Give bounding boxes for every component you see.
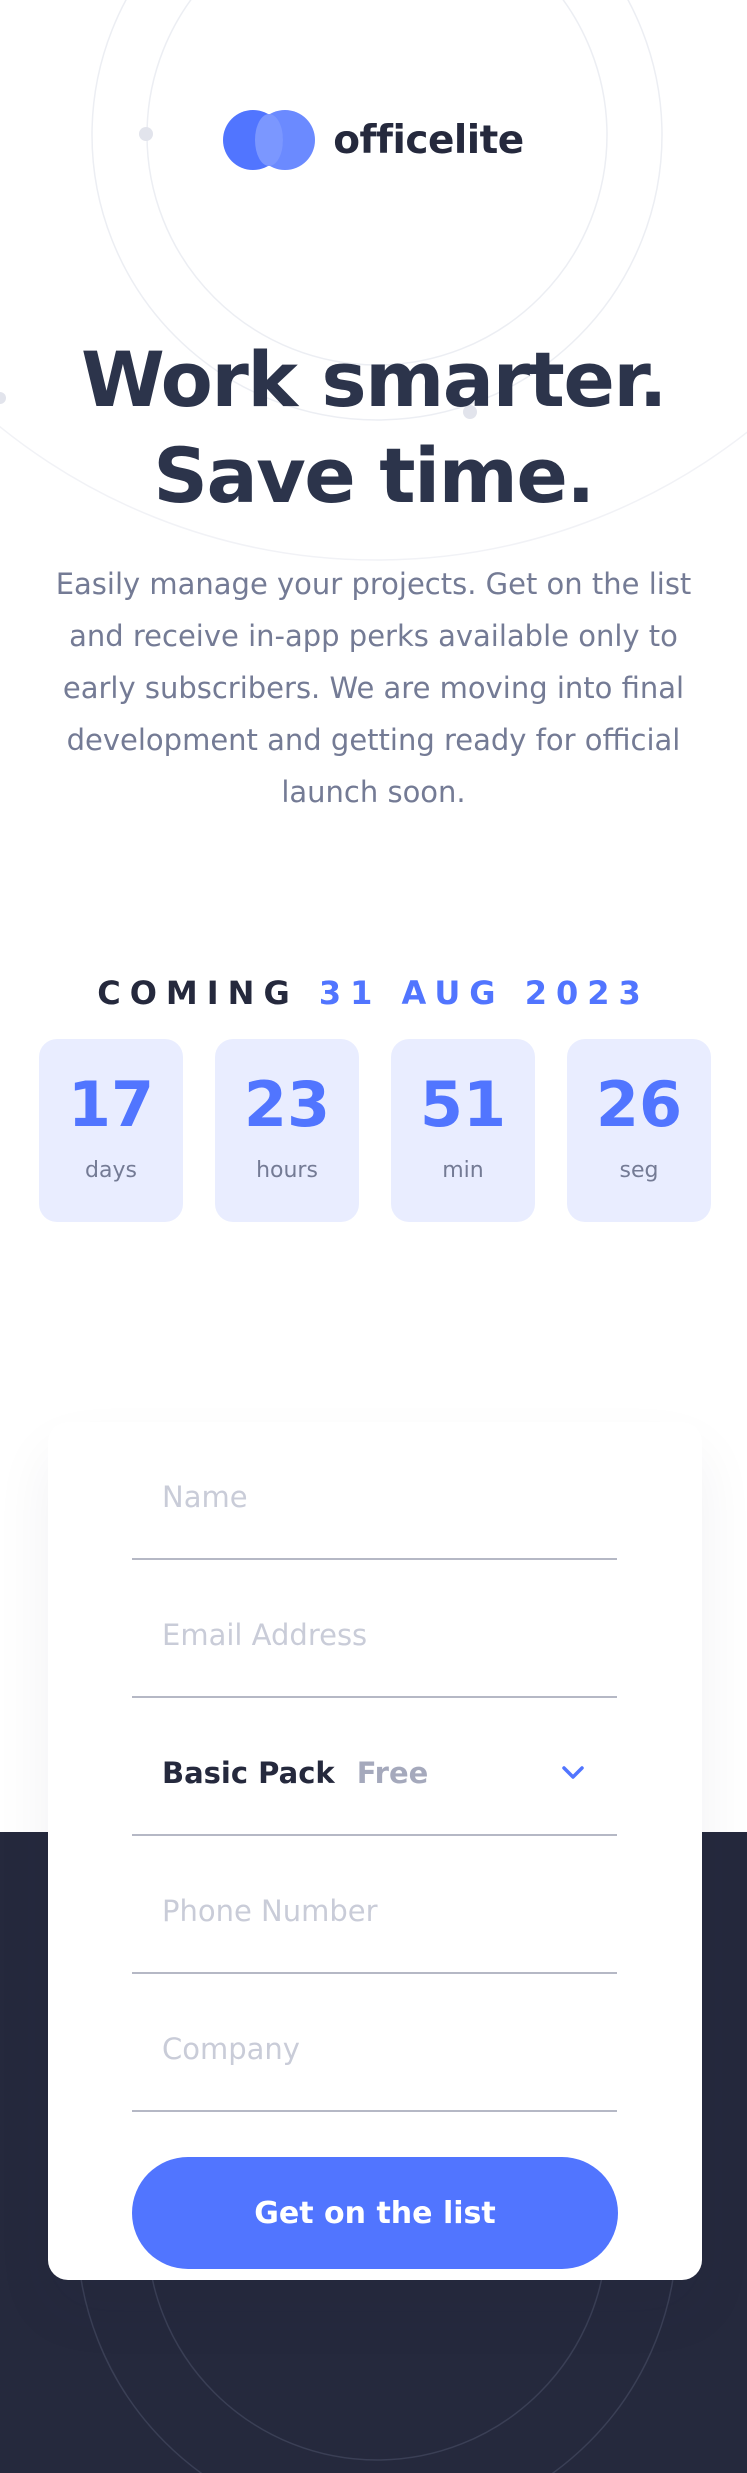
countdown-hours: 23 hours bbox=[215, 1039, 359, 1222]
signup-form: Basic Pack Free Get on the list bbox=[48, 1422, 702, 2280]
countdown-minutes: 51 min bbox=[391, 1039, 535, 1222]
get-on-the-list-button[interactable]: Get on the list bbox=[132, 2157, 618, 2269]
phone-input[interactable] bbox=[162, 1894, 617, 1928]
pack-select[interactable]: Basic Pack Free bbox=[132, 1698, 617, 1836]
hero-title: Work smarter. Save time. bbox=[0, 332, 747, 524]
countdown-unit: days bbox=[85, 1158, 137, 1183]
countdown-unit: seg bbox=[619, 1158, 659, 1183]
company-input[interactable] bbox=[162, 2032, 617, 2066]
pack-select-value: Basic Pack Free bbox=[162, 1756, 617, 1790]
name-field bbox=[132, 1422, 617, 1560]
name-input[interactable] bbox=[162, 1480, 617, 1514]
countdown-unit: min bbox=[442, 1158, 484, 1183]
brand-name[interactable]: officelite bbox=[333, 118, 524, 163]
pack-price: Free bbox=[356, 1756, 429, 1790]
email-input[interactable] bbox=[162, 1618, 617, 1652]
officelite-logo-icon[interactable] bbox=[223, 110, 316, 170]
countdown-value: 51 bbox=[419, 1068, 507, 1141]
countdown-value: 23 bbox=[243, 1068, 331, 1141]
chevron-down-icon[interactable] bbox=[559, 1758, 587, 1786]
launch-date: COMING 31 AUG 2023 bbox=[0, 974, 747, 1012]
email-field bbox=[132, 1560, 617, 1698]
countdown-unit: hours bbox=[256, 1158, 318, 1183]
countdown-value: 26 bbox=[595, 1068, 683, 1141]
hero-title-line-2: Save time. bbox=[153, 431, 595, 520]
countdown: 17 days 23 hours 51 min 26 seg bbox=[39, 1039, 711, 1222]
hero-description: Easily manage your projects. Get on the … bbox=[55, 567, 692, 809]
hero-title-line-1: Work smarter. bbox=[81, 335, 667, 424]
pack-name: Basic Pack bbox=[162, 1756, 335, 1790]
company-field bbox=[132, 1974, 617, 2112]
countdown-seconds: 26 seg bbox=[567, 1039, 711, 1222]
phone-field bbox=[132, 1836, 617, 1974]
coming-date: 31 AUG 2023 bbox=[318, 974, 650, 1012]
countdown-days: 17 days bbox=[39, 1039, 183, 1222]
countdown-value: 17 bbox=[67, 1068, 155, 1141]
header: officelite bbox=[0, 110, 747, 170]
coming-label: COMING bbox=[97, 974, 299, 1012]
